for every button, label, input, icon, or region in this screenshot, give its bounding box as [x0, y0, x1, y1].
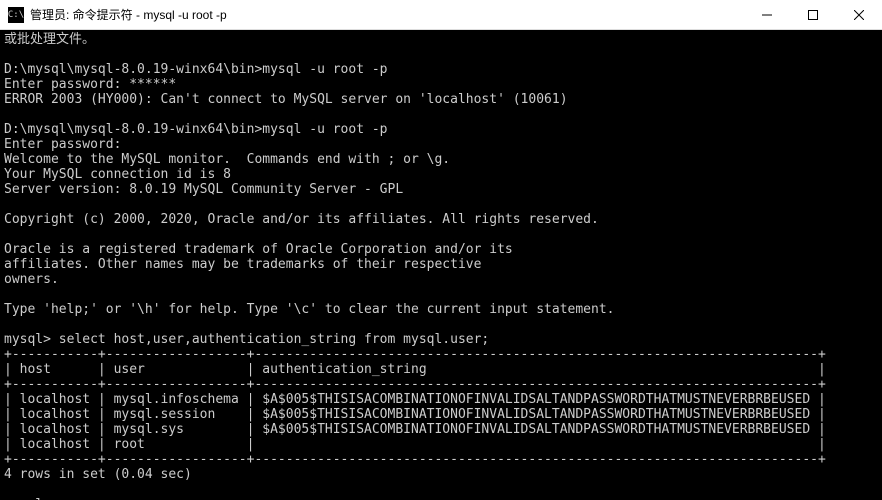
terminal-line: Oracle is a registered trademark of Orac… — [4, 242, 878, 257]
terminal-line: Enter password: — [4, 137, 878, 152]
minimize-button[interactable] — [744, 0, 790, 30]
terminal-line: 或批处理文件。 — [4, 32, 878, 47]
terminal-line: Enter password: ****** — [4, 77, 878, 92]
terminal-line: D:\mysql\mysql-8.0.19-winx64\bin>mysql -… — [4, 62, 878, 77]
terminal-line — [4, 287, 878, 302]
cmd-icon: C:\ — [8, 7, 24, 23]
window-title: 管理员: 命令提示符 - mysql -u root -p — [30, 6, 227, 23]
terminal-line: | localhost | root | | — [4, 437, 878, 452]
terminal-line: owners. — [4, 272, 878, 287]
close-icon — [854, 10, 864, 20]
terminal-output[interactable]: 或批处理文件。 D:\mysql\mysql-8.0.19-winx64\bin… — [0, 30, 882, 500]
maximize-button[interactable] — [790, 0, 836, 30]
terminal-line: | localhost | mysql.session | $A$005$THI… — [4, 407, 878, 422]
terminal-line: Copyright (c) 2000, 2020, Oracle and/or … — [4, 212, 878, 227]
terminal-line — [4, 227, 878, 242]
terminal-line — [4, 317, 878, 332]
terminal-line — [4, 47, 878, 62]
terminal-line: Your MySQL connection id is 8 — [4, 167, 878, 182]
terminal-line: | localhost | mysql.infoschema | $A$005$… — [4, 392, 878, 407]
terminal-line: Server version: 8.0.19 MySQL Community S… — [4, 182, 878, 197]
close-button[interactable] — [836, 0, 882, 30]
minimize-icon — [762, 10, 772, 20]
terminal-line — [4, 107, 878, 122]
terminal-line: | localhost | mysql.sys | $A$005$THISISA… — [4, 422, 878, 437]
terminal-line — [4, 482, 878, 497]
terminal-line: +-----------+------------------+--------… — [4, 452, 878, 467]
terminal-line: Type 'help;' or '\h' for help. Type '\c'… — [4, 302, 878, 317]
terminal-line: ERROR 2003 (HY000): Can't connect to MyS… — [4, 92, 878, 107]
terminal-line: D:\mysql\mysql-8.0.19-winx64\bin>mysql -… — [4, 122, 878, 137]
maximize-icon — [808, 10, 818, 20]
terminal-line: Welcome to the MySQL monitor. Commands e… — [4, 152, 878, 167]
terminal-line: | host | user | authentication_string | — [4, 362, 878, 377]
terminal-line: +-----------+------------------+--------… — [4, 377, 878, 392]
terminal-line — [4, 197, 878, 212]
terminal-line: 4 rows in set (0.04 sec) — [4, 467, 878, 482]
terminal-line: mysql> select host,user,authentication_s… — [4, 332, 878, 347]
terminal-line: +-----------+------------------+--------… — [4, 347, 878, 362]
terminal-line: affiliates. Other names may be trademark… — [4, 257, 878, 272]
window-titlebar: C:\ 管理员: 命令提示符 - mysql -u root -p — [0, 0, 882, 30]
